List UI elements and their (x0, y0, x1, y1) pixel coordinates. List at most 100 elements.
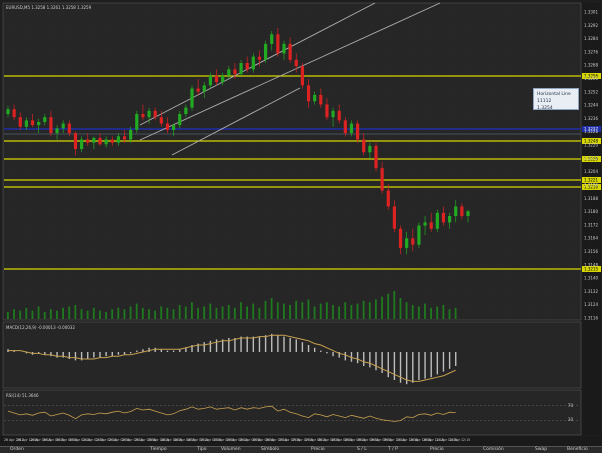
volume-bar (375, 299, 377, 319)
volume-bar (338, 306, 340, 319)
price-scale-label: 1.3252 (584, 89, 598, 94)
volume-bar (448, 309, 451, 319)
col-beneficio[interactable]: Beneficio (567, 447, 588, 452)
volume-bar (99, 310, 101, 319)
candle-body (313, 94, 317, 102)
col-comision[interactable]: Comisión (483, 447, 504, 452)
col-simbolo[interactable]: Símbolo (261, 447, 279, 452)
volume-bar (270, 298, 273, 319)
volume-bar (68, 306, 71, 319)
candle-body (386, 190, 390, 207)
volume-bar (166, 307, 169, 319)
trading-terminal: 1.3256 1.3237 1.3248 1.3229 1.3221 1.3210 1.32… (0, 0, 602, 453)
candle-body (104, 139, 108, 145)
price-scale-label: 1.3148 (584, 262, 598, 267)
volume-bar (49, 309, 52, 319)
volume-bar (289, 305, 291, 319)
volume-bar (197, 307, 199, 319)
volume-bar (19, 310, 22, 319)
volume-bar (43, 312, 46, 319)
main-price-pane[interactable] (2, 2, 582, 321)
volume-bar (184, 306, 187, 319)
candle-body (214, 75, 219, 83)
candle-body (73, 133, 78, 150)
col-tipo[interactable]: Tipo (197, 447, 206, 452)
candle-body (362, 139, 366, 153)
price-scale-label: 1.3164 (584, 236, 598, 241)
volume-bar (233, 307, 236, 319)
volume-bar (74, 305, 77, 319)
candle-body (466, 211, 470, 216)
candle-body (18, 117, 22, 127)
col-sl[interactable]: S / L (357, 447, 367, 452)
volume-bar (25, 307, 28, 319)
volume-bar (246, 306, 248, 319)
volume-bar (381, 296, 383, 319)
candle-body (392, 206, 396, 229)
volume-bar (178, 305, 181, 319)
col-tp[interactable]: T / P (388, 447, 398, 452)
volume-bar (258, 307, 261, 319)
candle-body (264, 43, 268, 60)
col-volumen[interactable]: Volumen (221, 447, 241, 452)
candle-body (331, 110, 335, 118)
price-scale-label: 1.3220 (584, 143, 598, 148)
col-orden[interactable]: Orden (10, 447, 24, 452)
volume-bar (105, 312, 107, 319)
col-tiempo[interactable]: Tiempo (150, 447, 167, 452)
volume-bar (203, 306, 206, 319)
candle-body (435, 212, 439, 229)
volume-bar (387, 293, 390, 319)
candle-body (147, 110, 151, 118)
volume-bar (424, 303, 426, 319)
candle-body (398, 228, 403, 248)
price-scale-label: 1.3228 (584, 129, 598, 134)
candle-body (411, 238, 415, 245)
price-scale-label: 1.3292 (584, 23, 598, 28)
candle-body (460, 206, 464, 216)
price-scale-label: 1.3172 (584, 222, 598, 227)
tooltip-title: Horizontal Line 11112 (537, 92, 571, 104)
col-precio[interactable]: Precio (311, 447, 325, 452)
candle-body (98, 137, 102, 145)
price-scale-label: 1.3156 (584, 249, 598, 254)
candle-body (80, 139, 84, 150)
hline-price-tag-label: 1.3215 (584, 267, 598, 272)
price-scale-label: 1.3244 (584, 103, 598, 108)
volume-bar (117, 307, 120, 319)
candle-body (30, 120, 35, 126)
col-precio-2[interactable]: Precio (430, 447, 444, 452)
price-scale-label: 1.3180 (584, 209, 598, 214)
candle-body (49, 117, 53, 134)
candle-body (221, 75, 225, 83)
candle-body (417, 225, 421, 245)
volume-bar (160, 306, 163, 319)
price-scale-label: 1.3276 (584, 49, 598, 54)
rsi-level-70: 70 (568, 403, 574, 408)
candle-body (153, 110, 157, 118)
volume-bar (393, 291, 396, 319)
candle-body (122, 136, 127, 140)
candle-body (405, 238, 409, 248)
volume-bar (62, 307, 64, 319)
chart-window[interactable]: 1.32561.32371.32481.32291.32211.32101.32… (0, 0, 602, 446)
candle-body (276, 34, 280, 54)
volume-bar (252, 303, 255, 319)
volume-bar (454, 307, 457, 319)
candle-body (110, 139, 114, 143)
candle-body (37, 121, 41, 126)
price-scale-label: 1.3116 (584, 316, 598, 321)
volume-bar (276, 302, 279, 319)
volume-bar (215, 307, 218, 319)
candle-body (423, 222, 427, 226)
volume-bar (362, 300, 365, 319)
macd-pane[interactable] (2, 321, 582, 389)
col-swap[interactable]: Swap (535, 447, 547, 452)
price-scale-label: 1.3284 (584, 36, 598, 41)
volume-bar (350, 305, 353, 319)
candle-body (86, 139, 90, 143)
volume-bar (264, 300, 267, 319)
candle-body (61, 123, 65, 129)
candle-body (67, 123, 71, 134)
volume-bar (442, 305, 445, 319)
